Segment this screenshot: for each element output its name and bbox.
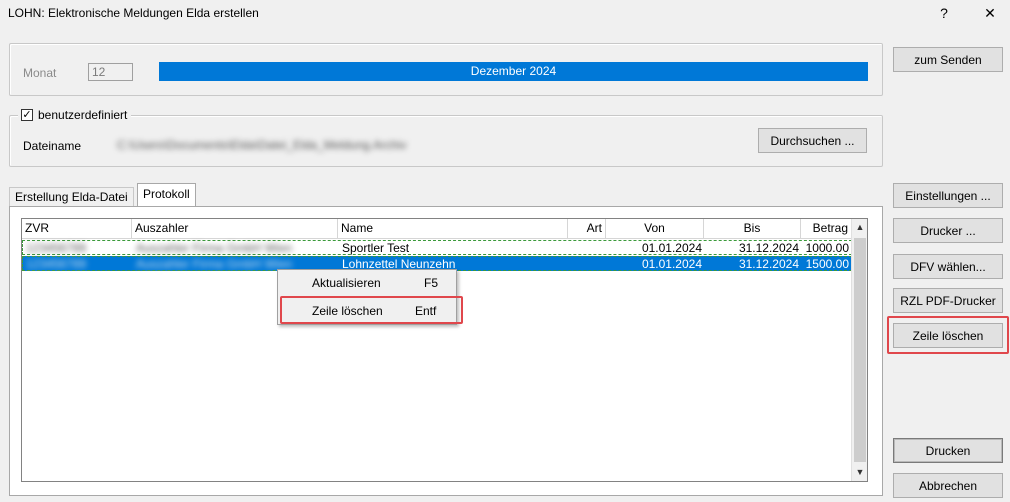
highlight-box-context-menu bbox=[280, 296, 463, 324]
cell-art bbox=[569, 257, 607, 272]
cell-bis: 31.12.2024 bbox=[738, 257, 799, 271]
dateiname-value: C:\Users\Documents\Elda\Datei_Elda_Meldu… bbox=[117, 138, 407, 152]
monat-label: Monat bbox=[23, 66, 57, 80]
help-button[interactable]: ? bbox=[930, 2, 958, 24]
scrollbar-thumb[interactable] bbox=[854, 238, 866, 462]
table-row[interactable]: 123456789 Auszahler Firma GmbH Wien Spor… bbox=[22, 240, 852, 255]
cell-betrag: 1000.00 bbox=[805, 241, 849, 255]
highlight-box-zeile-loeschen bbox=[887, 316, 1009, 354]
cell-bis: 31.12.2024 bbox=[738, 241, 799, 255]
column-header-zvr[interactable]: ZVR bbox=[22, 219, 132, 239]
scroll-down-icon[interactable]: ▼ bbox=[852, 464, 867, 481]
column-header-auszahler[interactable]: Auszahler bbox=[132, 219, 338, 239]
cell-zvr: 123456789 bbox=[26, 241, 87, 255]
cell-von: 01.01.2024 bbox=[641, 257, 702, 271]
column-header-art[interactable]: Art bbox=[568, 219, 606, 239]
scroll-up-icon[interactable]: ▲ bbox=[852, 219, 867, 236]
drucken-button[interactable]: Drucken bbox=[893, 438, 1003, 463]
cell-auszahler: Auszahler Firma GmbH Wien bbox=[136, 241, 293, 255]
close-icon: ✕ bbox=[984, 5, 996, 21]
cell-von: 01.01.2024 bbox=[641, 241, 702, 255]
monat-input[interactable]: 12 bbox=[88, 63, 133, 81]
dateiname-label: Dateiname bbox=[23, 139, 82, 153]
menu-item-shortcut: F5 bbox=[424, 276, 439, 290]
context-menu-item-aktualisieren[interactable]: Aktualisieren F5 bbox=[278, 273, 456, 293]
menu-item-label: Aktualisieren bbox=[312, 276, 381, 290]
einstellungen-button[interactable]: Einstellungen ... bbox=[893, 183, 1003, 208]
column-header-name[interactable]: Name bbox=[338, 219, 568, 239]
benutzerdefiniert-label: benutzerdefiniert bbox=[38, 108, 128, 122]
rzl-pdf-drucker-button[interactable]: RZL PDF-Drucker bbox=[893, 288, 1003, 313]
custom-checkbox-row[interactable]: ✓ benutzerdefiniert bbox=[18, 108, 132, 122]
cell-betrag: 1500.00 bbox=[805, 257, 849, 271]
durchsuchen-button[interactable]: Durchsuchen ... bbox=[758, 128, 867, 153]
benutzerdefiniert-checkbox[interactable]: ✓ bbox=[21, 109, 33, 121]
tab-erstellung-elda-datei[interactable]: Erstellung Elda-Datei bbox=[9, 187, 134, 206]
cell-zvr: 123456789 bbox=[26, 257, 87, 271]
month-progress-bar: Dezember 2024 bbox=[159, 62, 868, 81]
zum-senden-button[interactable]: zum Senden bbox=[893, 47, 1003, 72]
column-header-betrag[interactable]: Betrag bbox=[801, 219, 851, 239]
drucker-button[interactable]: Drucker ... bbox=[893, 218, 1003, 243]
cell-auszahler: Auszahler Firma GmbH Wien bbox=[136, 257, 293, 271]
column-header-von[interactable]: Von bbox=[606, 219, 704, 239]
cell-name: Sportler Test bbox=[342, 241, 410, 255]
column-header-bis[interactable]: Bis bbox=[704, 219, 801, 239]
abbrechen-button[interactable]: Abbrechen bbox=[893, 473, 1003, 498]
protokoll-list[interactable]: ZVR Auszahler Name Art Von Bis Betrag 12… bbox=[21, 218, 868, 482]
close-button[interactable]: ✕ bbox=[976, 2, 1004, 24]
window-title: LOHN: Elektronische Meldungen Elda erste… bbox=[8, 6, 259, 20]
cell-art bbox=[569, 241, 607, 256]
tab-protokoll[interactable]: Protokoll bbox=[137, 183, 196, 207]
dfv-waehlen-button[interactable]: DFV wählen... bbox=[893, 254, 1003, 279]
vertical-scrollbar[interactable]: ▲ ▼ bbox=[851, 219, 867, 481]
